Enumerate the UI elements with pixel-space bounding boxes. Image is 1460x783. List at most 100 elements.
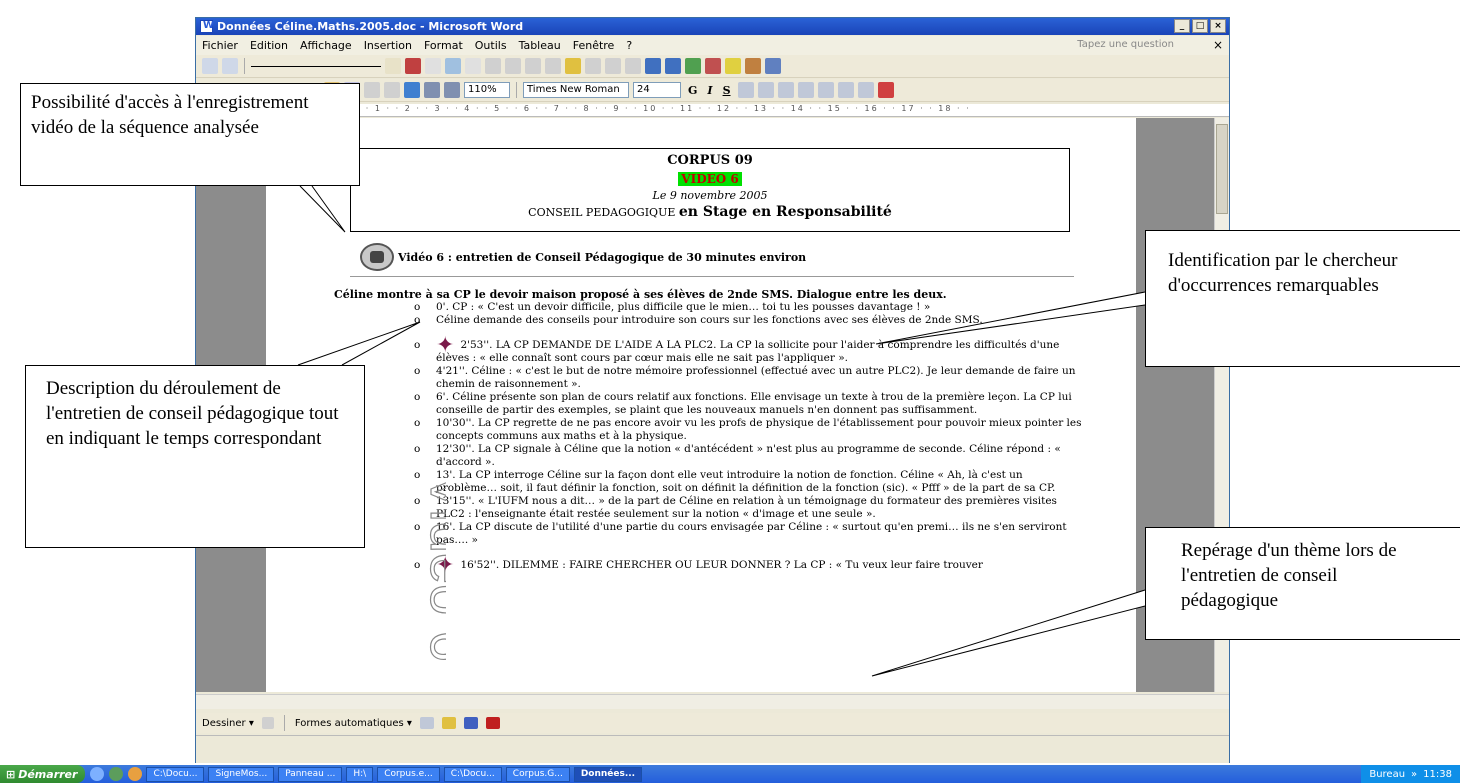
fill-color-icon[interactable] xyxy=(441,717,456,729)
tables-icon[interactable] xyxy=(424,82,440,98)
align-center-icon[interactable] xyxy=(505,58,521,74)
line-color-icon[interactable] xyxy=(463,717,478,729)
list-item: o 13'15''. « L'IUFM nous a dit… » de la p… xyxy=(414,495,1057,520)
font-size-select[interactable]: 24 xyxy=(633,82,681,98)
select-arrow-icon[interactable] xyxy=(261,717,274,729)
align-left-icon[interactable] xyxy=(737,82,754,98)
menu-fichier[interactable]: Fichier xyxy=(196,39,244,52)
underline-button[interactable]: S xyxy=(720,84,734,97)
ask-question-box[interactable]: Tapez une question xyxy=(1077,39,1174,50)
callout-video-access: Possibilité d'accès à l'enregistrement v… xyxy=(20,83,360,186)
zoom-select[interactable]: 110% xyxy=(464,82,510,98)
reading-icon[interactable] xyxy=(765,58,781,74)
callout-identification: Identification par le chercheur d'occurr… xyxy=(1145,230,1460,367)
edit2-icon[interactable] xyxy=(222,58,238,74)
pen-color-icon[interactable] xyxy=(405,58,421,74)
border-icon[interactable] xyxy=(425,58,441,74)
taskbar: ⊞ Démarrer C:\Docu... SigneMos... Panneau… xyxy=(0,765,1460,783)
close-document-icon[interactable]: × xyxy=(1213,38,1223,52)
video-title: VIDEO 6 xyxy=(678,172,742,186)
taskbar-item[interactable]: SigneMos... xyxy=(208,766,275,782)
autofit-icon[interactable] xyxy=(565,58,581,74)
numbering-icon[interactable] xyxy=(817,82,834,98)
list-item: o 10'30''. La CP regrette de ne pas encor… xyxy=(414,417,1082,442)
draw-menu[interactable]: Dessiner ▾ xyxy=(202,718,254,729)
sort-desc-icon[interactable] xyxy=(605,58,621,74)
close-button[interactable]: × xyxy=(1210,19,1226,33)
bold-button[interactable]: G xyxy=(685,84,700,97)
menu-affichage[interactable]: Affichage xyxy=(294,39,358,52)
taskbar-item[interactable]: H:\ xyxy=(346,766,374,782)
firefox-quicklaunch-icon[interactable] xyxy=(128,767,143,781)
redo-icon[interactable] xyxy=(384,82,400,98)
callout-theme: Repérage d'un thème lors de l'entretien … xyxy=(1145,527,1460,640)
conseil-big: en Stage en Responsabilité xyxy=(678,204,892,220)
align-left-icon[interactable] xyxy=(485,58,501,74)
justify-icon[interactable] xyxy=(797,82,814,98)
sum-icon[interactable] xyxy=(625,58,641,74)
italic-button[interactable]: I xyxy=(704,84,715,97)
font-color-icon[interactable] xyxy=(877,82,894,98)
video-link-line[interactable]: Vidéo 6 : entretien de Conseil Pédagogiq… xyxy=(360,243,806,271)
line-style-icon[interactable] xyxy=(251,65,381,67)
review-icon[interactable] xyxy=(645,58,661,74)
line-weight-icon[interactable] xyxy=(385,58,401,74)
media-quicklaunch-icon[interactable] xyxy=(109,767,124,781)
intro-text: Céline montre à sa CP le devoir maison p… xyxy=(334,288,947,301)
expand-icon[interactable]: » xyxy=(1411,769,1417,780)
hyperlink-icon[interactable] xyxy=(404,82,420,98)
undo-icon[interactable] xyxy=(364,82,380,98)
title-bar[interactable]: Données Céline.Maths.2005.doc - Microsof… xyxy=(196,18,1229,35)
document-page[interactable]: CORPUS 09 VIDEO 6 Le 9 novembre 2005 CON… xyxy=(266,118,1136,692)
shading-icon[interactable] xyxy=(445,58,461,74)
highlight-icon[interactable] xyxy=(725,58,741,74)
conseil-line: CONSEIL PEDAGOGIQUE en Stage en Responsa… xyxy=(351,204,1069,220)
start-button[interactable]: ⊞ Démarrer xyxy=(0,765,86,783)
restore-button[interactable]: □ xyxy=(1192,19,1208,33)
taskbar-item[interactable]: Corpus.G... xyxy=(505,766,570,782)
draw-toolbar: Dessiner ▾ Formes automatiques ▾ xyxy=(196,713,1229,733)
video-camera-icon[interactable] xyxy=(360,243,394,271)
textbox-icon[interactable] xyxy=(419,717,434,729)
divider xyxy=(350,276,1074,277)
ie-quicklaunch-icon[interactable] xyxy=(90,767,105,781)
menu-edition[interactable]: Edition xyxy=(244,39,294,52)
columns-icon[interactable] xyxy=(444,82,460,98)
font-select[interactable]: Times New Roman xyxy=(523,82,629,98)
grid-icon[interactable] xyxy=(545,58,561,74)
taskbar-item[interactable]: Corpus.e... xyxy=(377,766,440,782)
video-line-text: Vidéo 6 : entretien de Conseil Pédagogiq… xyxy=(398,250,807,264)
star-marker-icon: ✦ xyxy=(436,553,455,578)
reject-icon[interactable] xyxy=(705,58,721,74)
autoshapes-menu[interactable]: Formes automatiques ▾ xyxy=(295,718,412,729)
taskbar-item-active[interactable]: Données... xyxy=(573,766,643,782)
menu-help[interactable]: ? xyxy=(620,39,638,52)
text-color-icon[interactable] xyxy=(485,717,500,729)
borders-icon[interactable] xyxy=(857,82,874,98)
table-icon[interactable] xyxy=(465,58,481,74)
list-item: o 12'30''. La CP signale à Céline que la … xyxy=(414,443,1061,468)
horizontal-scrollbar[interactable] xyxy=(196,694,1229,709)
sort-asc-icon[interactable] xyxy=(585,58,601,74)
scroll-thumb[interactable] xyxy=(1216,124,1228,214)
minimize-button[interactable]: _ xyxy=(1174,19,1190,33)
menu-tableau[interactable]: Tableau xyxy=(513,39,567,52)
menu-format[interactable]: Format xyxy=(418,39,469,52)
clock[interactable]: 11:38 xyxy=(1423,769,1452,780)
list-item: o 4'21''. Céline : « c'est le but de notr… xyxy=(414,365,1076,390)
align-right-icon[interactable] xyxy=(525,58,541,74)
desktop-toolbar-label[interactable]: Bureau xyxy=(1369,769,1405,780)
review2-icon[interactable] xyxy=(665,58,681,74)
taskbar-item[interactable]: Panneau ... xyxy=(278,766,343,782)
menu-outils[interactable]: Outils xyxy=(469,39,513,52)
taskbar-item[interactable]: C:\Docu... xyxy=(443,766,502,782)
align-right-icon[interactable] xyxy=(777,82,794,98)
menu-fenetre[interactable]: Fenêtre xyxy=(567,39,621,52)
accept-icon[interactable] xyxy=(685,58,701,74)
center-icon[interactable] xyxy=(757,82,774,98)
bullets-icon[interactable] xyxy=(837,82,854,98)
taskbar-item[interactable]: C:\Docu... xyxy=(146,766,205,782)
menu-insertion[interactable]: Insertion xyxy=(358,39,418,52)
edit-icon[interactable] xyxy=(202,58,218,74)
research-icon[interactable] xyxy=(745,58,761,74)
